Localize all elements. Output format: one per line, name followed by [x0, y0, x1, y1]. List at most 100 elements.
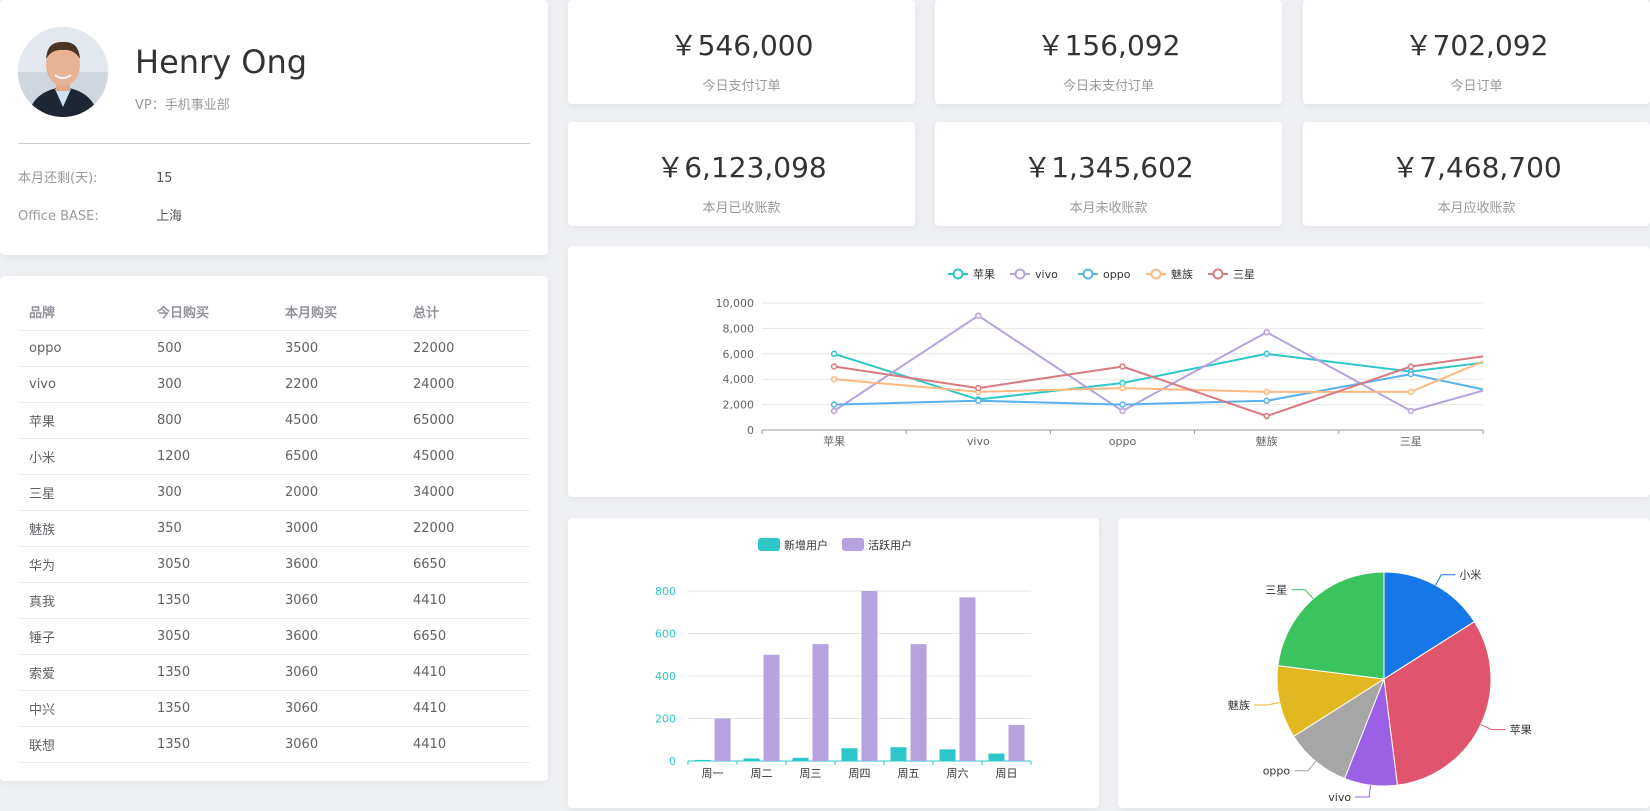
stat-label: 今日未支付订单 — [1062, 79, 1154, 94]
table-row: 中兴 1350 3060 4410 — [18, 690, 530, 727]
stat-amount: ￥7,468,700 — [1391, 151, 1562, 184]
table-cell-today: 3050 — [146, 618, 274, 655]
legend-label: 三星 — [1233, 268, 1255, 281]
table-row: 魅族 350 3000 22000 — [18, 510, 530, 547]
y-tick-label: 800 — [655, 585, 676, 598]
column-header-total: 总计 — [402, 294, 530, 331]
x-tick-label: 周日 — [996, 767, 1018, 780]
table-cell-brand: 联想 — [18, 726, 146, 763]
x-tick-label: 苹果 — [823, 434, 845, 448]
table-cell-today: 350 — [146, 510, 274, 547]
brand-table-card: 品牌 今日购买 本月购买 总计 oppo 500 3500 22000 vivo 300 2200… — [0, 276, 548, 781]
table-row: 索爱 1350 3060 4410 — [18, 654, 530, 691]
pie-label: oppo — [1263, 765, 1291, 778]
table-cell-brand: oppo — [18, 330, 146, 367]
stat-amount: ￥1,345,602 — [1023, 151, 1194, 184]
remaining-days-value: 15 — [156, 171, 173, 186]
column-header-today: 今日购买 — [146, 294, 274, 331]
bar — [861, 591, 878, 761]
y-tick-label: 4,000 — [723, 373, 755, 386]
bar — [792, 757, 809, 761]
bar — [763, 654, 780, 761]
line-chart-card: 0 2,000 4,000 6,000 8,000 10,000 苹果 vivo oppo 魅族三… — [568, 246, 1650, 497]
bar-chart: 0 200 400 600 800 周一 周二 周三 周四 周五 周六 周日 新增用户 活跃用户 — [655, 538, 1032, 780]
table-cell-today: 1350 — [146, 582, 274, 619]
legend-label: vivo — [1035, 268, 1058, 281]
x-tick-label: oppo — [1109, 435, 1137, 448]
table-cell-month: 6500 — [274, 438, 402, 475]
x-tick-label: 周一 — [702, 767, 724, 780]
table-cell-month: 3000 — [274, 510, 402, 547]
stat-amount: ￥546,000 — [669, 29, 814, 62]
legend-item: oppo — [1078, 268, 1131, 281]
table-cell-today: 800 — [146, 402, 274, 439]
legend-marker — [1082, 268, 1094, 280]
x-tick-label: 周三 — [800, 767, 822, 780]
table-cell-brand: 魅族 — [18, 510, 146, 547]
y-tick-label: 0 — [669, 755, 676, 768]
data-point — [975, 397, 982, 405]
legend-marker — [952, 268, 964, 280]
x-tick-label: 周二 — [751, 767, 773, 780]
table-cell-total: 34000 — [402, 474, 530, 511]
data-point — [975, 384, 982, 392]
pie-label: 魅族 — [1228, 698, 1250, 712]
line-chart: 02,0004,0006,0008,00010,000苹果 vivo oppo 魅族三… — [716, 267, 1484, 448]
table-cell-today: 3050 — [146, 546, 274, 583]
table-cell-month: 3600 — [274, 546, 402, 583]
table-cell-month: 3060 — [274, 690, 402, 727]
pie-label-line — [1294, 761, 1317, 772]
table-cell-month: 2000 — [274, 474, 402, 511]
data-point — [1119, 407, 1126, 415]
table-cell-total: 22000 — [402, 510, 530, 547]
bar — [939, 749, 956, 761]
pie-label: 小米 — [1459, 569, 1481, 582]
data-point — [1119, 384, 1126, 392]
remaining-days-label: 本月还剩(天): — [18, 171, 98, 186]
table-row: 真我 1350 3060 4410 — [18, 582, 530, 619]
table-row: 苹果 800 4500 65000 — [18, 402, 530, 439]
stat-card-month-receivable: ￥7,468,700 本月应收账款 — [1303, 122, 1650, 226]
data-point — [1407, 363, 1415, 370]
table-row: oppo 500 3500 22000 — [18, 330, 530, 367]
bar — [743, 758, 760, 761]
legend-marker — [1014, 268, 1026, 280]
stat-label: 本月已收账款 — [702, 201, 781, 216]
pie-label: vivo — [1328, 791, 1351, 804]
bar — [890, 747, 907, 761]
data-point — [1263, 397, 1270, 405]
table-cell-brand: 真我 — [18, 582, 146, 619]
table-row: 小米 1200 6500 45000 — [18, 438, 530, 475]
table-cell-total: 24000 — [402, 366, 530, 403]
x-tick-label: 魅族 — [1256, 434, 1278, 448]
legend-item: 三星 — [1208, 268, 1255, 281]
profile-card: Henry Ong VP：手机事业部 本月还剩(天): 15 Office BAS… — [0, 0, 548, 255]
y-tick-label: 8,000 — [723, 322, 755, 335]
table-cell-brand: 三星 — [18, 474, 146, 511]
stat-label: 今日订单 — [1450, 79, 1503, 94]
x-tick-label: vivo — [967, 435, 990, 448]
legend-item: 苹果 — [948, 267, 995, 281]
bar — [1008, 724, 1025, 761]
y-tick-label: 10,000 — [716, 297, 755, 310]
bar — [694, 759, 711, 761]
data-point — [1407, 370, 1415, 378]
table-header-row: 品牌 今日购买 本月购买 总计 — [18, 294, 530, 331]
office-base-value: 上海 — [156, 209, 183, 224]
series-line — [833, 355, 1484, 418]
divider — [18, 143, 530, 144]
x-tick-label: 三星 — [1400, 435, 1422, 448]
table-row: 华为 3050 3600 6650 — [18, 546, 530, 583]
x-tick-label: 周六 — [947, 767, 969, 780]
series-line — [833, 314, 1484, 413]
data-point — [975, 312, 982, 319]
table-cell-total: 4410 — [402, 654, 530, 691]
stat-amount: ￥6,123,098 — [656, 151, 827, 184]
data-point — [830, 375, 838, 383]
table-cell-today: 300 — [146, 474, 274, 511]
table-cell-brand: 小米 — [18, 438, 146, 475]
legend-label: 苹果 — [973, 267, 995, 281]
remaining-days-row: 本月还剩(天): 15 — [18, 167, 173, 186]
table-cell-month: 3500 — [274, 330, 402, 367]
table-cell-total: 4410 — [402, 726, 530, 763]
